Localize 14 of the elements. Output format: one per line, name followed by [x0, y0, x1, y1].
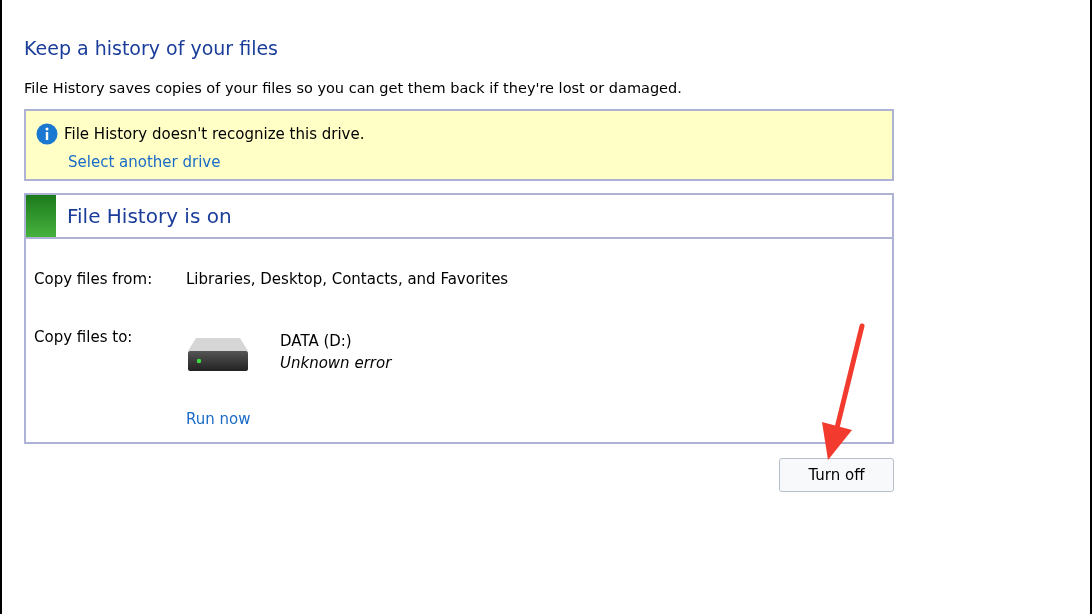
drive-name: DATA (D:) — [280, 332, 353, 350]
drive-status: Unknown error — [280, 354, 392, 372]
select-drive-link[interactable]: Select another drive — [68, 153, 221, 171]
description-text: File History saves copies of your files so you can get them back if they're lost or damaged. — [24, 80, 683, 96]
warning-message: File History doesn't recognize this drive. — [64, 125, 365, 143]
status-heading: File History is on — [67, 204, 232, 228]
copy-to-label: Copy files to: — [34, 328, 134, 346]
copy-from-value: Libraries, Desktop, Contacts, and Favorites — [186, 270, 510, 288]
info-icon — [36, 123, 58, 145]
turn-off-button[interactable]: Turn off — [779, 458, 894, 492]
hard-drive-icon — [186, 336, 250, 374]
copy-from-label: Copy files from: — [34, 270, 154, 288]
run-now-link[interactable]: Run now — [186, 410, 251, 428]
page-title: Keep a history of your files — [24, 37, 279, 59]
